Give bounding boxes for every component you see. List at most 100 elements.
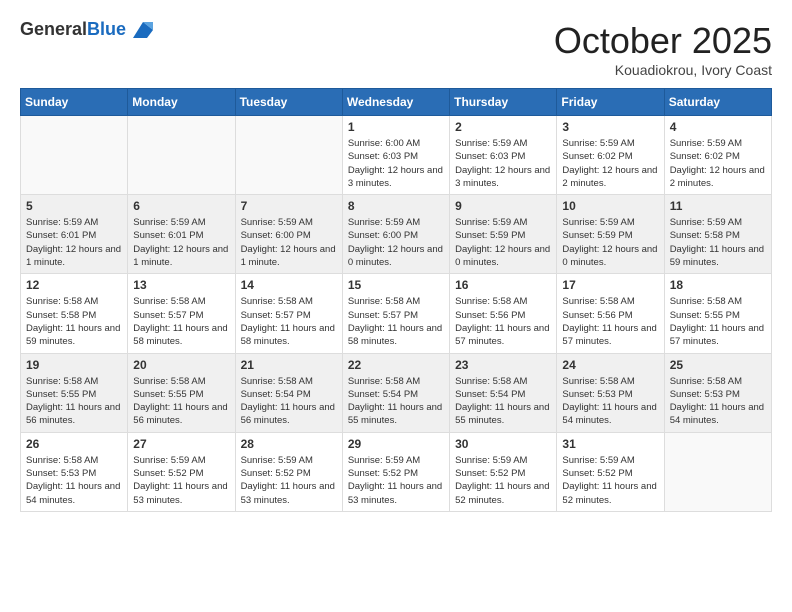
cell-text: Sunrise: 5:58 AMSunset: 5:54 PMDaylight:… — [348, 375, 444, 428]
cell-text: Sunrise: 5:59 AMSunset: 6:03 PMDaylight:… — [455, 137, 551, 190]
weekday-header: Tuesday — [235, 89, 342, 116]
cell-text: Sunrise: 5:58 AMSunset: 5:57 PMDaylight:… — [133, 295, 229, 348]
calendar-cell: 12Sunrise: 5:58 AMSunset: 5:58 PMDayligh… — [21, 274, 128, 353]
day-number: 8 — [348, 199, 444, 213]
calendar-table: SundayMondayTuesdayWednesdayThursdayFrid… — [20, 88, 772, 512]
calendar-cell: 13 Sunrise: 5:58 AMSunset: 5:57 PMDayligh… — [128, 274, 235, 353]
day-number: 10 — [562, 199, 658, 213]
page-header: GeneralBlue October 2025 Kouadiokrou, Iv… — [20, 20, 772, 78]
title-block: October 2025 Kouadiokrou, Ivory Coast — [554, 20, 772, 78]
calendar-cell: 10 Sunrise: 5:59 AMSunset: 5:59 PMDayligh… — [557, 195, 664, 274]
calendar-cell: 19 Sunrise: 5:58 AMSunset: 5:55 PMDayligh… — [21, 353, 128, 432]
logo: GeneralBlue — [20, 20, 153, 40]
day-number: 6 — [133, 199, 229, 213]
day-number: 18 — [670, 278, 766, 292]
cell-text: Sunrise: 5:59 AMSunset: 6:01 PMDaylight:… — [133, 216, 229, 269]
calendar-cell: 3Sunrise: 5:59 AMSunset: 6:02 PMDaylight… — [557, 116, 664, 195]
logo-icon — [133, 22, 153, 38]
calendar-cell — [128, 116, 235, 195]
day-number: 3 — [562, 120, 658, 134]
day-number: 19 — [26, 358, 122, 372]
cell-text: Sunrise: 5:58 AMSunset: 5:55 PMDaylight:… — [670, 295, 766, 348]
calendar-cell: 7Sunrise: 5:59 AMSunset: 6:00 PMDaylight… — [235, 195, 342, 274]
calendar-cell: 11 Sunrise: 5:59 AMSunset: 5:58 PMDayligh… — [664, 195, 771, 274]
cell-text: Sunrise: 5:58 AMSunset: 5:55 PMDaylight:… — [26, 375, 122, 428]
cell-text: Sunrise: 5:59 AMSunset: 6:01 PMDaylight:… — [26, 216, 122, 269]
cell-text: Sunrise: 5:59 AMSunset: 6:00 PMDaylight:… — [348, 216, 444, 269]
calendar-cell: 29 Sunrise: 5:59 AMSunset: 5:52 PMDayligh… — [342, 432, 449, 511]
calendar-cell: 6 Sunrise: 5:59 AMSunset: 6:01 PMDaylight… — [128, 195, 235, 274]
day-number: 17 — [562, 278, 658, 292]
weekday-header: Thursday — [450, 89, 557, 116]
day-number: 7 — [241, 199, 337, 213]
calendar-cell: 27Sunrise: 5:59 AMSunset: 5:52 PMDayligh… — [128, 432, 235, 511]
weekday-header: Friday — [557, 89, 664, 116]
day-number: 14 — [241, 278, 337, 292]
day-number: 1 — [348, 120, 444, 134]
calendar-cell: 4Sunrise: 5:59 AMSunset: 6:02 PMDaylight… — [664, 116, 771, 195]
calendar-cell: 25 Sunrise: 5:58 AMSunset: 5:53 PMDayligh… — [664, 353, 771, 432]
calendar-cell: 17Sunrise: 5:58 AMSunset: 5:56 PMDayligh… — [557, 274, 664, 353]
location: Kouadiokrou, Ivory Coast — [554, 62, 772, 78]
calendar-cell: 21 Sunrise: 5:58 AMSunset: 5:54 PMDayligh… — [235, 353, 342, 432]
calendar-header-row: SundayMondayTuesdayWednesdayThursdayFrid… — [21, 89, 772, 116]
cell-text: Sunrise: 5:58 AMSunset: 5:54 PMDaylight:… — [455, 375, 551, 428]
day-number: 15 — [348, 278, 444, 292]
day-number: 16 — [455, 278, 551, 292]
cell-text: Sunrise: 5:59 AMSunset: 5:52 PMDaylight:… — [562, 454, 658, 507]
calendar-cell: 14 Sunrise: 5:58 AMSunset: 5:57 PMDayligh… — [235, 274, 342, 353]
calendar-cell: 26 Sunrise: 5:58 AMSunset: 5:53 PMDayligh… — [21, 432, 128, 511]
calendar-cell: 16 Sunrise: 5:58 AMSunset: 5:56 PMDayligh… — [450, 274, 557, 353]
cell-text: Sunrise: 5:59 AMSunset: 5:58 PMDaylight:… — [670, 216, 766, 269]
cell-text: Sunrise: 5:59 AMSunset: 5:52 PMDaylight:… — [455, 454, 551, 507]
cell-text: Sunrise: 5:58 AMSunset: 5:53 PMDaylight:… — [670, 375, 766, 428]
weekday-header: Saturday — [664, 89, 771, 116]
calendar-cell: 20Sunrise: 5:58 AMSunset: 5:55 PMDayligh… — [128, 353, 235, 432]
cell-text: Sunrise: 5:59 AMSunset: 5:52 PMDaylight:… — [348, 454, 444, 507]
calendar-cell: 8 Sunrise: 5:59 AMSunset: 6:00 PMDaylight… — [342, 195, 449, 274]
calendar-cell: 30 Sunrise: 5:59 AMSunset: 5:52 PMDayligh… — [450, 432, 557, 511]
calendar-cell: 31Sunrise: 5:59 AMSunset: 5:52 PMDayligh… — [557, 432, 664, 511]
calendar-cell: 9Sunrise: 5:59 AMSunset: 5:59 PMDaylight… — [450, 195, 557, 274]
calendar-cell: 23Sunrise: 5:58 AMSunset: 5:54 PMDayligh… — [450, 353, 557, 432]
day-number: 30 — [455, 437, 551, 451]
calendar-week-row: 19 Sunrise: 5:58 AMSunset: 5:55 PMDayligh… — [21, 353, 772, 432]
weekday-header: Sunday — [21, 89, 128, 116]
weekday-header: Wednesday — [342, 89, 449, 116]
day-number: 9 — [455, 199, 551, 213]
month-title: October 2025 — [554, 20, 772, 62]
cell-text: Sunrise: 5:58 AMSunset: 5:55 PMDaylight:… — [133, 375, 229, 428]
calendar-cell: 5 Sunrise: 5:59 AMSunset: 6:01 PMDaylight… — [21, 195, 128, 274]
day-number: 11 — [670, 199, 766, 213]
cell-text: Sunrise: 5:59 AMSunset: 5:52 PMDaylight:… — [133, 454, 229, 507]
calendar-cell: 18 Sunrise: 5:58 AMSunset: 5:55 PMDayligh… — [664, 274, 771, 353]
calendar-cell: 15 Sunrise: 5:58 AMSunset: 5:57 PMDayligh… — [342, 274, 449, 353]
logo-blue: Blue — [87, 19, 126, 39]
day-number: 26 — [26, 437, 122, 451]
calendar-week-row: 1Sunrise: 6:00 AMSunset: 6:03 PMDaylight… — [21, 116, 772, 195]
day-number: 13 — [133, 278, 229, 292]
cell-text: Sunrise: 5:59 AMSunset: 5:59 PMDaylight:… — [562, 216, 658, 269]
cell-text: Sunrise: 5:58 AMSunset: 5:54 PMDaylight:… — [241, 375, 337, 428]
calendar-week-row: 12Sunrise: 5:58 AMSunset: 5:58 PMDayligh… — [21, 274, 772, 353]
calendar-cell — [235, 116, 342, 195]
calendar-cell: 28Sunrise: 5:59 AMSunset: 5:52 PMDayligh… — [235, 432, 342, 511]
calendar-week-row: 26 Sunrise: 5:58 AMSunset: 5:53 PMDayligh… — [21, 432, 772, 511]
cell-text: Sunrise: 5:58 AMSunset: 5:57 PMDaylight:… — [241, 295, 337, 348]
day-number: 25 — [670, 358, 766, 372]
day-number: 5 — [26, 199, 122, 213]
calendar-cell: 1Sunrise: 6:00 AMSunset: 6:03 PMDaylight… — [342, 116, 449, 195]
calendar-cell — [664, 432, 771, 511]
day-number: 24 — [562, 358, 658, 372]
day-number: 21 — [241, 358, 337, 372]
cell-text: Sunrise: 5:58 AMSunset: 5:53 PMDaylight:… — [26, 454, 122, 507]
cell-text: Sunrise: 5:58 AMSunset: 5:53 PMDaylight:… — [562, 375, 658, 428]
cell-text: Sunrise: 5:58 AMSunset: 5:56 PMDaylight:… — [455, 295, 551, 348]
cell-text: Sunrise: 5:58 AMSunset: 5:57 PMDaylight:… — [348, 295, 444, 348]
calendar-cell: 2Sunrise: 5:59 AMSunset: 6:03 PMDaylight… — [450, 116, 557, 195]
day-number: 29 — [348, 437, 444, 451]
day-number: 12 — [26, 278, 122, 292]
day-number: 22 — [348, 358, 444, 372]
calendar-week-row: 5 Sunrise: 5:59 AMSunset: 6:01 PMDaylight… — [21, 195, 772, 274]
calendar-cell — [21, 116, 128, 195]
